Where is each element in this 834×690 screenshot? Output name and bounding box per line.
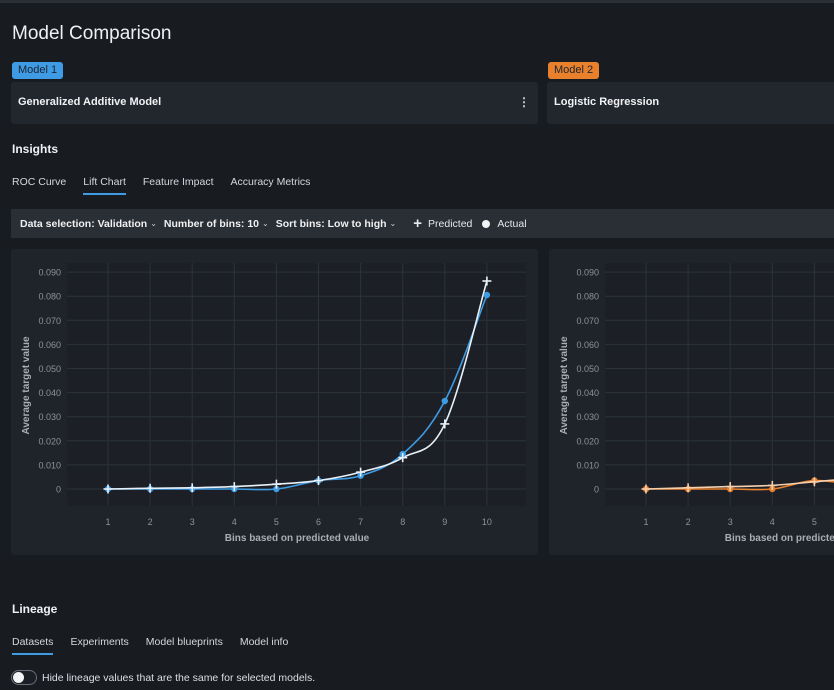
x-tick-label: 1 xyxy=(643,517,648,527)
y-tick-label: 0.090 xyxy=(576,268,599,278)
legend-predicted-label: Predicted xyxy=(428,217,473,230)
plot-background xyxy=(67,263,526,506)
tab-datasets[interactable]: Datasets xyxy=(12,636,54,655)
dot-icon xyxy=(482,219,491,228)
data-selection-dropdown[interactable]: Data selection: Validation ⌄ xyxy=(20,218,157,230)
x-tick-label: 3 xyxy=(728,517,733,527)
y-tick-label: 0.090 xyxy=(38,268,61,278)
tab-model-info[interactable]: Model info xyxy=(240,636,288,655)
y-tick-label: 0.070 xyxy=(38,316,61,326)
number-of-bins-label: Number of bins: 10 xyxy=(163,217,260,230)
hide-lineage-label: Hide lineage values that are the same fo… xyxy=(42,671,316,684)
legend-actual-label: Actual xyxy=(497,217,527,230)
tab-lift-chart[interactable]: Lift Chart xyxy=(83,176,126,195)
y-tick-label: 0.030 xyxy=(38,412,61,422)
x-tick-label: 2 xyxy=(686,517,691,527)
tab-roc-curve[interactable]: ROC Curve xyxy=(12,176,66,195)
x-tick-label: 2 xyxy=(148,517,153,527)
data-selection-label: Data selection: Validation xyxy=(20,217,148,230)
plot-area: 0 0.010 0.020 0.030 0.040 0.050 0.060 0.070 0.08… xyxy=(21,263,526,544)
kebab-icon[interactable]: ⋮ xyxy=(518,95,530,109)
chevron-down-icon: ⌄ xyxy=(262,219,269,228)
model-1-name: Generalized Additive Model xyxy=(18,96,162,108)
number-of-bins-dropdown[interactable]: Number of bins: 10 ⌄ xyxy=(164,218,269,230)
page-title: Model Comparison xyxy=(12,23,172,44)
lift-chart-toolbar: Data selection: Validation ⌄ Number of b… xyxy=(11,209,834,238)
x-tick-label: 5 xyxy=(812,517,817,527)
x-tick-label: 7 xyxy=(358,517,363,527)
top-border xyxy=(0,0,834,3)
x-tick-label: 6 xyxy=(316,517,321,527)
y-tick-label: 0.080 xyxy=(576,292,599,302)
data-point-actual xyxy=(483,291,491,299)
y-tick-label: 0.010 xyxy=(38,460,61,470)
y-tick-label: 0.070 xyxy=(576,316,599,326)
x-tick-label: 5 xyxy=(274,517,279,527)
legend-actual[interactable]: Actual xyxy=(482,217,527,230)
y-tick-label: 0.050 xyxy=(38,364,61,374)
x-tick-label: 4 xyxy=(232,517,237,527)
lineage-heading: Lineage xyxy=(12,602,58,616)
y-tick-label: 0.050 xyxy=(576,364,599,374)
y-tick-label: 0 xyxy=(56,485,61,495)
tab-experiments[interactable]: Experiments xyxy=(70,636,128,655)
x-tick-label: 10 xyxy=(482,517,492,527)
tab-accuracy-metrics[interactable]: Accuracy Metrics xyxy=(231,176,311,195)
y-tick-label: 0.040 xyxy=(576,388,599,398)
x-tick-label: 9 xyxy=(442,517,447,527)
hide-lineage-row: Hide lineage values that are the same fo… xyxy=(11,670,315,685)
model-2-name: Logistic Regression xyxy=(554,96,660,108)
y-tick-label: 0.040 xyxy=(38,388,61,398)
y-tick-label: 0.060 xyxy=(576,340,599,350)
model-1-card[interactable]: Generalized Additive Model ⋮ xyxy=(11,82,538,124)
lift-chart-model-1: 0 0.010 0.020 0.030 0.040 0.050 0.060 0.070 0.08… xyxy=(11,249,538,555)
tab-feature-impact[interactable]: Feature Impact xyxy=(143,176,214,195)
lift-chart-svg-model-2: 0 0.010 0.020 0.030 0.040 0.050 0.060 0.070 0.08… xyxy=(559,263,834,544)
lineage-tabs: Datasets Experiments Model blueprints Mo… xyxy=(12,636,288,655)
y-tick-label: 0.080 xyxy=(38,292,61,302)
y-axis-label: Average target value xyxy=(559,336,570,434)
x-tick-label: 3 xyxy=(190,517,195,527)
x-tick-label: 1 xyxy=(105,517,110,527)
y-tick-label: 0.060 xyxy=(38,340,61,350)
insights-tabs: ROC Curve Lift Chart Feature Impact Accu… xyxy=(12,176,310,195)
plus-icon: + xyxy=(413,214,423,232)
hide-lineage-toggle[interactable] xyxy=(11,670,37,685)
model-2-badge: Model 2 xyxy=(548,62,600,79)
y-axis-label: Average target value xyxy=(21,336,32,434)
legend-predicted[interactable]: + Predicted xyxy=(413,214,473,232)
toggle-knob xyxy=(13,672,24,683)
insights-heading: Insights xyxy=(12,142,59,156)
lift-chart-svg-model-1: 0 0.010 0.020 0.030 0.040 0.050 0.060 0.070 0.08… xyxy=(21,263,526,544)
x-tick-label: 4 xyxy=(770,517,775,527)
x-axis-label: Bins based on predicted value xyxy=(225,533,370,544)
x-axis-label: Bins based on predicted value xyxy=(725,533,834,544)
tab-model-blueprints[interactable]: Model blueprints xyxy=(146,636,223,655)
y-tick-label: 0.010 xyxy=(576,460,599,470)
sort-bins-label: Sort bins: Low to high xyxy=(275,217,387,230)
lift-chart-model-2: 0 0.010 0.020 0.030 0.040 0.050 0.060 0.070 0.08… xyxy=(549,249,834,555)
plot-background xyxy=(605,263,834,506)
y-tick-label: 0 xyxy=(594,485,599,495)
y-tick-label: 0.020 xyxy=(576,436,599,446)
sort-bins-dropdown[interactable]: Sort bins: Low to high ⌄ xyxy=(276,218,397,230)
model-comparison-page: Model Comparison Model 1 Generalized Add… xyxy=(0,0,834,690)
plot-area: 0 0.010 0.020 0.030 0.040 0.050 0.060 0.070 0.08… xyxy=(559,263,834,544)
y-tick-label: 0.030 xyxy=(576,412,599,422)
chevron-down-icon: ⌄ xyxy=(150,219,157,228)
y-tick-label: 0.020 xyxy=(38,436,61,446)
x-tick-label: 8 xyxy=(400,517,405,527)
data-point-actual xyxy=(441,397,448,405)
model-1-badge: Model 1 xyxy=(12,62,64,79)
chevron-down-icon: ⌄ xyxy=(389,219,397,228)
model-2-card[interactable]: Logistic Regression xyxy=(547,82,834,124)
